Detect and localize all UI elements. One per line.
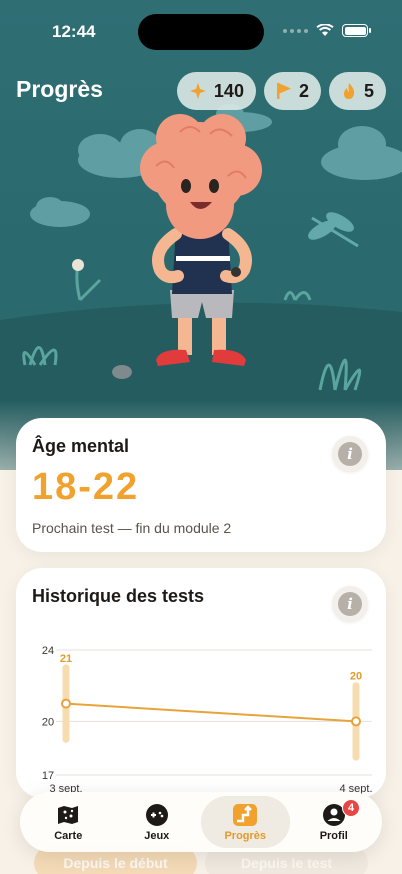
notification-badge: 4	[342, 799, 360, 817]
tab-progress[interactable]: Progrès	[201, 796, 290, 848]
clock: 12:44	[52, 22, 96, 41]
tab-games[interactable]: Jeux	[113, 796, 202, 848]
mental-age-info-button[interactable]: i	[332, 436, 368, 472]
map-icon	[58, 805, 79, 824]
mental-age-value: 18-22	[32, 466, 140, 508]
tab-progress-label: Progrès	[224, 829, 267, 842]
data-point	[351, 716, 361, 727]
y-tick-label: 20	[42, 716, 54, 728]
mental-age-card: Âge mental i 18-22 Prochain test — fin d…	[16, 418, 386, 552]
battery-icon	[342, 24, 371, 37]
data-point	[61, 698, 71, 709]
tab-profile-label: Profil	[319, 829, 348, 842]
sparkle-icon	[189, 83, 206, 99]
mental-age-title: Âge mental	[32, 436, 130, 456]
data-label: 21	[60, 653, 72, 665]
flame-icon	[343, 83, 355, 99]
wifi-icon	[316, 24, 334, 36]
status-icons	[283, 24, 371, 37]
info-icon: i	[338, 442, 362, 466]
points-chip[interactable]: 140	[176, 72, 256, 110]
status-bar: 12:44	[0, 0, 402, 60]
points-value: 140	[213, 80, 244, 101]
streak-value: 5	[363, 80, 374, 101]
y-tick-label: 24	[42, 645, 54, 657]
stats-chips: 140 2 5	[176, 72, 386, 110]
tab-profile[interactable]: Profil 4	[290, 796, 379, 848]
modules-value: 2	[298, 80, 309, 101]
dynamic-island	[138, 14, 264, 50]
tab-map-label: Carte	[54, 829, 83, 842]
next-test-text: Prochain test — fin du module 2	[32, 520, 232, 536]
modules-chip[interactable]: 2	[263, 72, 321, 110]
gamepad-icon	[145, 803, 168, 826]
y-tick-label: 17	[42, 770, 54, 782]
flag-icon	[276, 83, 291, 99]
tab-map[interactable]: Carte	[24, 796, 113, 848]
tab-bar: Carte Jeux Progrès Profil 4	[20, 792, 382, 852]
test-history-card: Historique des tests i 24 20 17 21 3 sept. 20…	[16, 568, 386, 798]
tab-games-label: Jeux	[144, 829, 170, 842]
signal-icon	[283, 28, 308, 33]
streak-chip[interactable]: 5	[328, 72, 386, 110]
page-title: Progrès	[16, 76, 103, 102]
data-label: 20	[350, 671, 362, 683]
test-history-chart: 242017213 sept.204 sept.	[42, 645, 373, 795]
series-line	[65, 702, 357, 723]
chart-up-icon	[233, 803, 258, 826]
